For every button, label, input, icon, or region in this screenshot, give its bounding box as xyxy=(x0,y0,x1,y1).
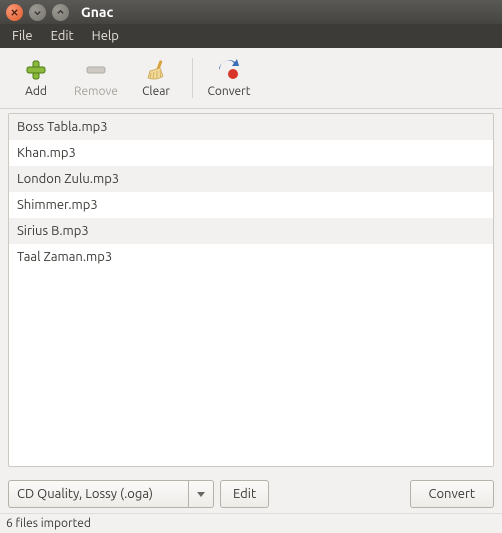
plus-icon xyxy=(24,58,48,82)
content: Add Remove Clear Convert Boss Tabla.mp3 … xyxy=(0,48,502,533)
close-icon[interactable] xyxy=(6,4,23,21)
list-item[interactable]: Shimmer.mp3 xyxy=(9,192,493,218)
add-button[interactable]: Add xyxy=(8,51,64,105)
clear-label: Clear xyxy=(142,85,170,98)
maximize-icon[interactable] xyxy=(52,4,69,21)
statusbar: 6 files imported xyxy=(0,513,502,533)
add-label: Add xyxy=(25,85,47,98)
menu-file[interactable]: File xyxy=(4,27,41,45)
remove-label: Remove xyxy=(74,85,118,98)
convert-label: Convert xyxy=(208,85,251,98)
broom-icon xyxy=(144,58,168,82)
clear-button[interactable]: Clear xyxy=(128,51,184,105)
edit-profile-button[interactable]: Edit xyxy=(220,480,269,508)
minimize-icon[interactable] xyxy=(29,4,46,21)
menubar: File Edit Help xyxy=(0,24,502,48)
status-text: 6 files imported xyxy=(6,517,91,530)
titlebar: Gnac xyxy=(0,0,502,24)
toolbar: Add Remove Clear Convert xyxy=(0,48,502,109)
bottom-bar: CD Quality, Lossy (.oga) Edit Convert xyxy=(0,475,502,513)
list-item[interactable]: Taal Zaman.mp3 xyxy=(9,244,493,270)
toolbar-separator xyxy=(192,58,193,98)
list-item[interactable]: Boss Tabla.mp3 xyxy=(9,114,493,140)
profile-dropdown[interactable]: CD Quality, Lossy (.oga) xyxy=(8,480,214,508)
convert-bottom-button[interactable]: Convert xyxy=(410,480,495,508)
list-item[interactable]: Sirius B.mp3 xyxy=(9,218,493,244)
minus-icon xyxy=(84,58,108,82)
list-item[interactable]: London Zulu.mp3 xyxy=(9,166,493,192)
window-title: Gnac xyxy=(81,4,113,20)
remove-button: Remove xyxy=(68,51,124,105)
menu-edit[interactable]: Edit xyxy=(43,27,82,45)
file-list[interactable]: Boss Tabla.mp3 Khan.mp3 London Zulu.mp3 … xyxy=(8,113,494,467)
convert-button[interactable]: Convert xyxy=(201,51,257,105)
menu-help[interactable]: Help xyxy=(84,27,127,45)
list-item[interactable]: Khan.mp3 xyxy=(9,140,493,166)
convert-icon xyxy=(217,58,241,82)
chevron-down-icon xyxy=(188,480,214,508)
profile-selected: CD Quality, Lossy (.oga) xyxy=(8,480,188,508)
